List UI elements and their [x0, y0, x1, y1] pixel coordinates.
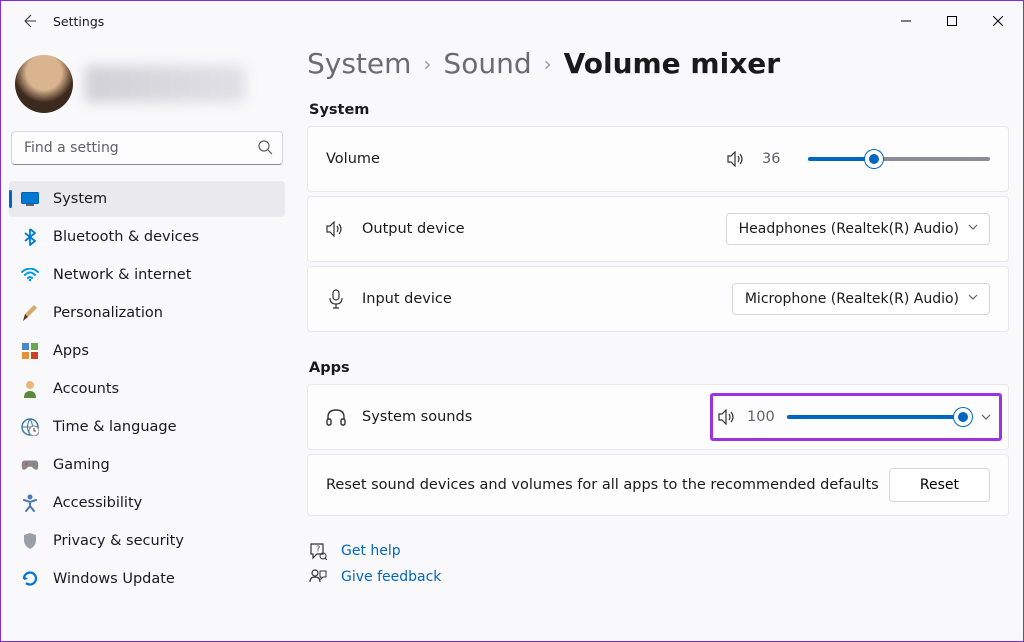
sidebar-item-personalization[interactable]: Personalization	[9, 295, 285, 331]
search-input[interactable]	[11, 131, 283, 165]
headphones-icon	[326, 408, 346, 426]
avatar	[15, 55, 73, 113]
input-device-row: Input device Microphone (Realtek(R) Audi…	[308, 267, 1008, 331]
search-icon	[257, 139, 273, 155]
microphone-icon	[326, 289, 346, 309]
sidebar-item-bluetooth[interactable]: Bluetooth & devices	[9, 219, 285, 255]
sidebar-item-network[interactable]: Network & internet	[9, 257, 285, 293]
maximize-button[interactable]	[929, 5, 975, 37]
sidebar-label: Privacy & security	[53, 533, 184, 549]
sidebar-item-apps[interactable]: Apps	[9, 333, 285, 369]
sidebar-item-accessibility[interactable]: Accessibility	[9, 485, 285, 521]
apps-icon	[21, 342, 39, 360]
chevron-right-icon: ›	[423, 52, 431, 76]
sidebar-label: Personalization	[53, 305, 163, 321]
speaker-icon[interactable]	[726, 151, 746, 167]
bluetooth-icon	[21, 228, 39, 246]
close-button[interactable]	[975, 5, 1021, 37]
help-icon: ?	[309, 542, 327, 560]
reset-description: Reset sound devices and volumes for all …	[326, 477, 879, 493]
sidebar-item-gaming[interactable]: Gaming	[9, 447, 285, 483]
sidebar-label: Network & internet	[53, 267, 191, 283]
sidebar-item-privacy[interactable]: Privacy & security	[9, 523, 285, 559]
system-sounds-value: 100	[747, 409, 777, 425]
sidebar-label: System	[53, 191, 107, 207]
sidebar-label: Windows Update	[53, 571, 175, 587]
chevron-down-icon	[967, 221, 979, 233]
give-feedback-link[interactable]: Give feedback	[309, 568, 1009, 586]
brush-icon	[21, 304, 39, 322]
highlighted-slider-area: 100	[710, 393, 1002, 441]
system-icon	[21, 190, 39, 208]
minimize-button[interactable]	[883, 5, 929, 37]
sidebar-item-accounts[interactable]: Accounts	[9, 371, 285, 407]
accessibility-icon	[21, 494, 39, 512]
volume-slider[interactable]	[808, 150, 990, 168]
speaker-icon[interactable]	[717, 409, 737, 425]
sidebar-label: Gaming	[53, 457, 110, 473]
window-title: Settings	[53, 14, 104, 29]
user-name-blurred	[85, 66, 245, 102]
svg-text:?: ?	[316, 545, 320, 554]
breadcrumb: System › Sound › Volume mixer	[307, 47, 1009, 80]
reset-button[interactable]: Reset	[889, 468, 990, 502]
chevron-right-icon: ›	[544, 52, 552, 76]
gamepad-icon	[21, 456, 39, 474]
breadcrumb-current: Volume mixer	[564, 47, 780, 80]
sidebar-item-system[interactable]: System	[9, 181, 285, 217]
chevron-down-icon[interactable]	[979, 410, 993, 424]
speaker-out-icon	[326, 221, 346, 237]
sidebar-label: Bluetooth & devices	[53, 229, 199, 245]
system-sounds-row[interactable]: System sounds 100	[308, 385, 1008, 449]
breadcrumb-sound[interactable]: Sound	[443, 47, 531, 80]
sidebar-label: Accessibility	[53, 495, 142, 511]
sidebar-item-time-language[interactable]: Time & language	[9, 409, 285, 445]
breadcrumb-system[interactable]: System	[307, 47, 411, 80]
input-device-label: Input device	[362, 291, 452, 307]
input-device-select[interactable]: Microphone (Realtek(R) Audio)	[732, 283, 990, 315]
reset-row: Reset sound devices and volumes for all …	[308, 455, 1008, 515]
system-sounds-slider[interactable]	[787, 408, 963, 426]
volume-label: Volume	[326, 151, 380, 167]
section-header-apps: Apps	[309, 360, 1009, 376]
output-device-row: Output device Headphones (Realtek(R) Aud…	[308, 197, 1008, 261]
wifi-icon	[21, 266, 39, 284]
volume-value: 36	[762, 151, 792, 167]
volume-row: Volume 36	[308, 127, 1008, 191]
get-help-link[interactable]: ? Get help	[309, 542, 1009, 560]
person-icon	[21, 380, 39, 398]
sidebar-item-windows-update[interactable]: Windows Update	[9, 561, 285, 597]
output-device-label: Output device	[362, 221, 465, 237]
chevron-down-icon	[967, 291, 979, 303]
output-device-select[interactable]: Headphones (Realtek(R) Audio)	[726, 213, 990, 245]
update-icon	[21, 570, 39, 588]
sidebar-label: Time & language	[53, 419, 177, 435]
sidebar-label: Apps	[53, 343, 89, 359]
back-button[interactable]	[13, 5, 45, 37]
sidebar-label: Accounts	[53, 381, 119, 397]
feedback-icon	[309, 568, 327, 586]
user-profile[interactable]	[9, 49, 285, 129]
system-sounds-label: System sounds	[362, 409, 472, 425]
shield-icon	[21, 532, 39, 550]
globe-clock-icon	[21, 418, 39, 436]
section-header-system: System	[309, 102, 1009, 118]
